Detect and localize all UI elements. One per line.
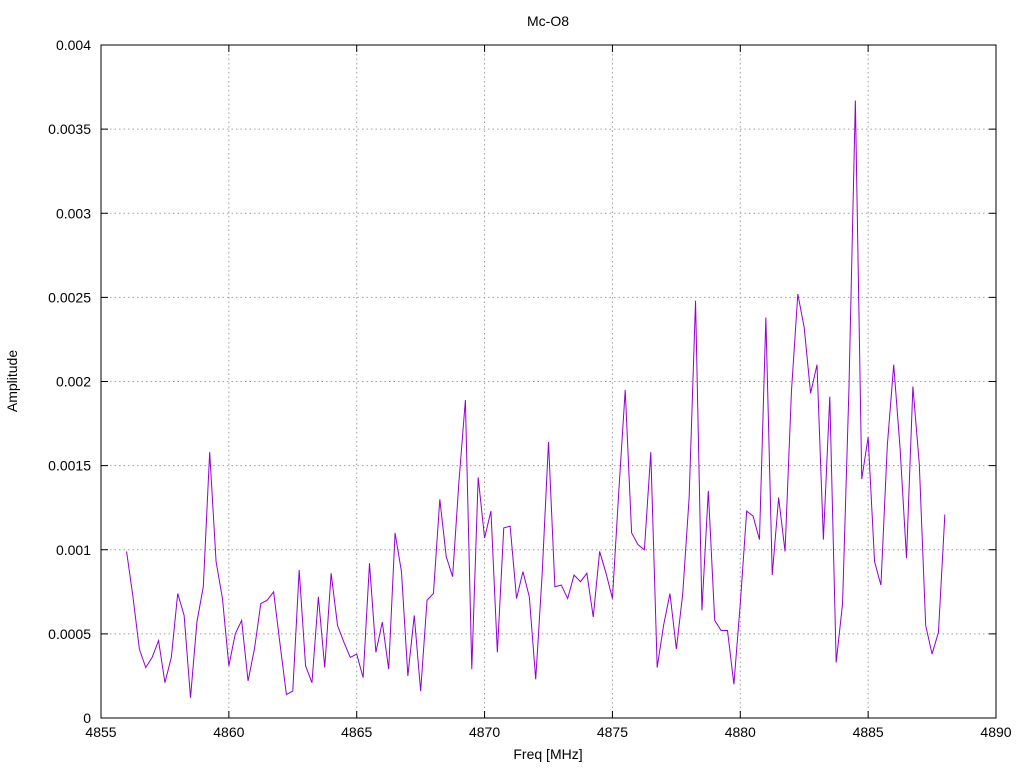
y-axis-label: Amplitude bbox=[4, 350, 20, 412]
chart-title: Mc-O8 bbox=[527, 13, 569, 29]
y-tick-label: 0 bbox=[83, 710, 91, 726]
x-tick-label: 4880 bbox=[725, 724, 756, 740]
x-tick-label: 4890 bbox=[980, 724, 1011, 740]
x-tick-label: 4865 bbox=[341, 724, 372, 740]
y-tick-label: 0.003 bbox=[56, 205, 91, 221]
x-tick-label: 4875 bbox=[597, 724, 628, 740]
y-tick-label: 0.0035 bbox=[48, 121, 91, 137]
line-chart: 4855 4860 4865 4870 4875 4880 4885 4890 0 0.0005 0… bbox=[0, 0, 1024, 768]
y-tick-label: 0.0025 bbox=[48, 289, 91, 305]
y-tick-label: 0.004 bbox=[56, 37, 91, 53]
y-tick-label: 0.0005 bbox=[48, 626, 91, 642]
y-tick-label: 0.002 bbox=[56, 374, 91, 390]
x-axis-label: Freq [MHz] bbox=[513, 746, 582, 762]
x-tick-label: 4855 bbox=[85, 724, 116, 740]
x-tick-label: 4860 bbox=[213, 724, 244, 740]
x-tick-label: 4870 bbox=[469, 724, 500, 740]
x-tick-label: 4885 bbox=[853, 724, 884, 740]
y-tick-label: 0.0015 bbox=[48, 458, 91, 474]
y-tick-label: 0.001 bbox=[56, 542, 91, 558]
